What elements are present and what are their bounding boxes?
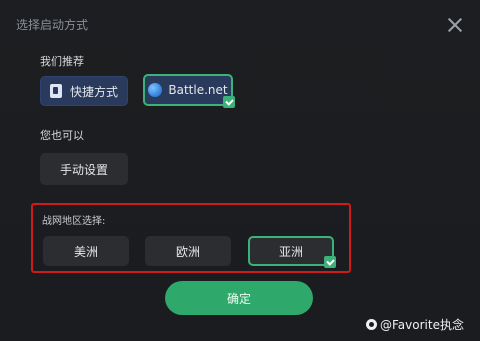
shortcut-icon [49, 84, 62, 98]
check-icon [324, 256, 336, 268]
dialog-title: 选择启动方式 [16, 18, 89, 32]
also-label: 您也可以 [40, 129, 84, 142]
region-europe-button[interactable]: 欧洲 [145, 236, 231, 266]
region-label: 战网地区选择: [42, 216, 106, 227]
recommended-label: 我们推荐 [40, 55, 84, 68]
watermark-text: @Favorite执念 [380, 318, 464, 332]
manual-setup-button[interactable]: 手动设置 [40, 153, 128, 185]
region-asia-label: 亚洲 [278, 244, 303, 259]
watermark-logo-icon [366, 319, 377, 330]
shortcut-button[interactable]: 快捷方式 [40, 76, 128, 106]
confirm-button[interactable]: 确定 [165, 281, 313, 315]
close-icon[interactable] [446, 16, 464, 34]
watermark: @Favorite执念 [366, 316, 464, 333]
battlenet-icon [148, 83, 163, 97]
shortcut-button-label: 快捷方式 [69, 84, 118, 99]
region-americas-button[interactable]: 美洲 [43, 236, 129, 266]
launch-mode-dialog: 选择启动方式 我们推荐 快捷方式 Battle.net 您也可以 手动设置 战网… [0, 0, 480, 341]
check-icon [223, 96, 235, 108]
region-asia-button[interactable]: 亚洲 [248, 236, 336, 268]
battlenet-button[interactable]: Battle.net [143, 74, 235, 108]
battlenet-button-label: Battle.net [168, 83, 228, 97]
